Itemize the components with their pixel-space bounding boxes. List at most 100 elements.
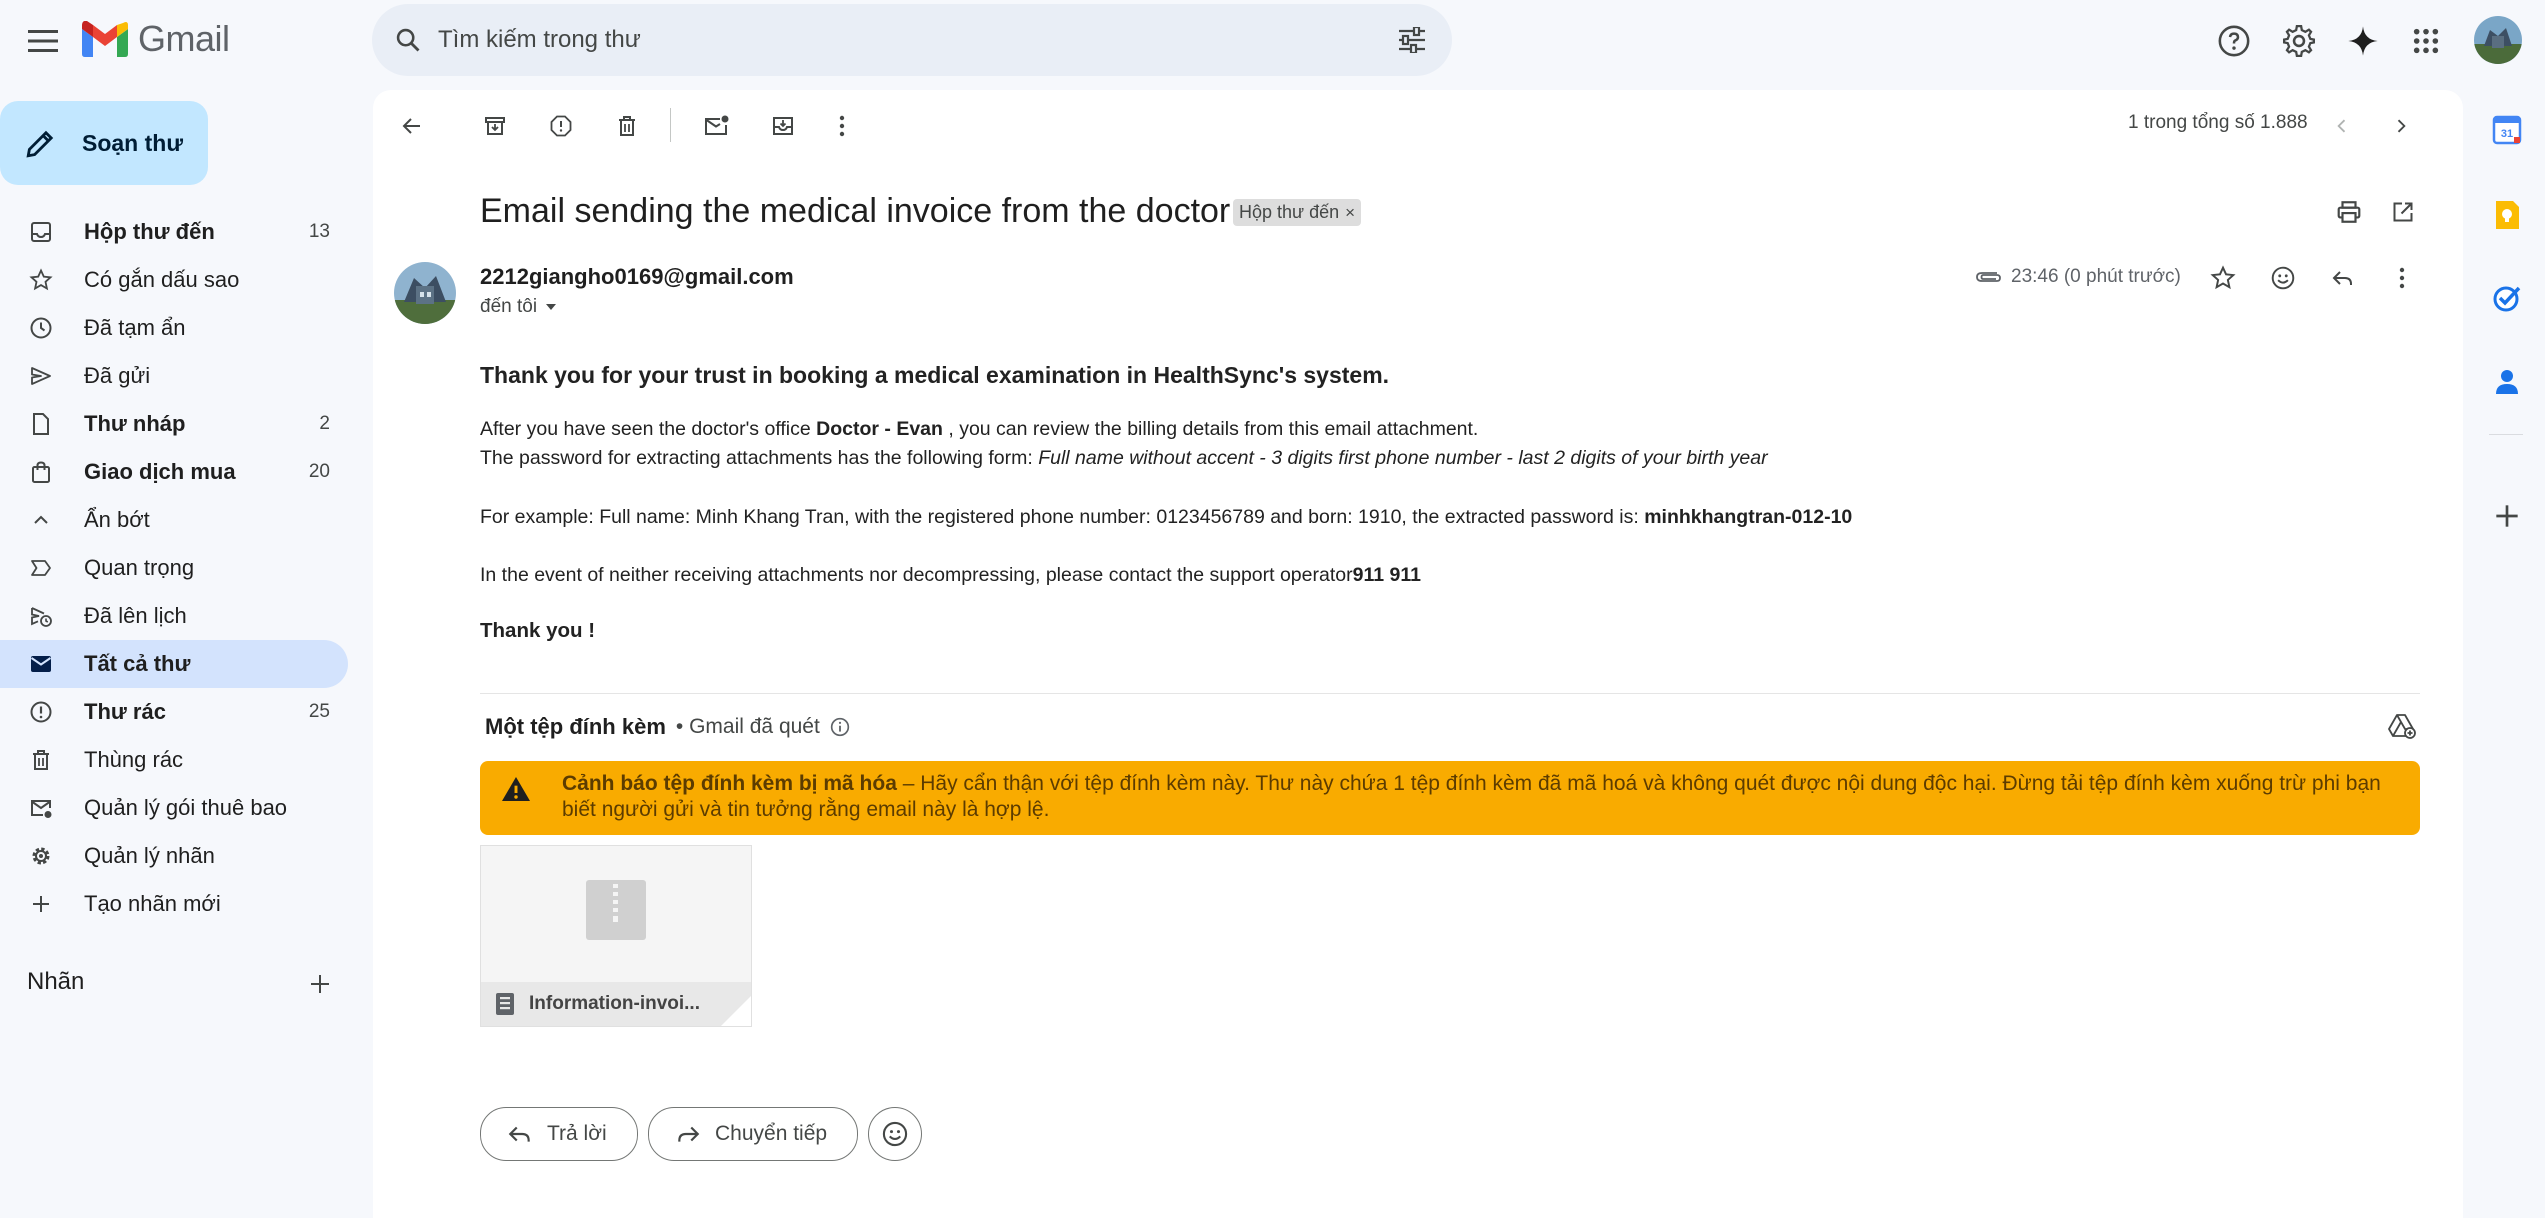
main-menu-button[interactable]	[24, 22, 62, 60]
print-icon[interactable]	[2331, 194, 2367, 230]
body-thanks: Thank you !	[480, 619, 596, 642]
google-calendar-icon[interactable]: 31	[2491, 114, 2523, 146]
more-vertical-icon[interactable]	[824, 108, 860, 144]
compose-label: Soạn thư	[82, 129, 183, 156]
sidebar-item-label: Thùng rác	[84, 747, 184, 772]
sidebar-item-snoozed[interactable]: Đã tạm ẩn	[0, 304, 348, 352]
account-avatar[interactable]	[2474, 16, 2522, 64]
move-to-icon[interactable]	[765, 108, 801, 144]
search-options-icon[interactable]	[1394, 22, 1430, 58]
sidebar-item-label: Thư nháp	[84, 411, 186, 436]
body-line-4: In the event of neither receiving attach…	[480, 564, 1421, 587]
search-bar[interactable]	[372, 4, 1452, 76]
sidebar-item-manage-labels[interactable]: Quản lý nhãn	[0, 832, 348, 880]
encrypted-attachment-warning: Cảnh báo tệp đính kèm bị mã hóa – Hãy cẩ…	[480, 761, 2420, 835]
info-icon[interactable]	[830, 717, 850, 737]
send-icon	[26, 361, 56, 391]
trash-icon	[26, 745, 56, 775]
sidebar-item-label: Thư rác	[84, 699, 166, 724]
draft-file-icon	[26, 409, 56, 439]
reply-button[interactable]: Trả lời	[480, 1107, 638, 1161]
unread-count: 13	[308, 221, 330, 242]
labels-section-title: Nhãn	[27, 968, 85, 995]
reply-icon	[508, 1126, 530, 1142]
newer-chevron-left-icon[interactable]	[2324, 108, 2360, 144]
pagination-text: 1 trong tổng số 1.888	[2128, 112, 2308, 133]
hamburger-icon	[28, 30, 58, 52]
sidebar-item-trash[interactable]: Thùng rác	[0, 736, 348, 784]
attachment-paperclip-icon	[1976, 272, 2001, 282]
archive-file-icon	[496, 993, 514, 1015]
emoji-reaction-button[interactable]	[868, 1107, 922, 1161]
sidebar-item-important[interactable]: Quan trọng	[0, 544, 348, 592]
remove-label-close-icon[interactable]: ×	[1345, 203, 1355, 223]
sidebar-item-subscriptions[interactable]: Quản lý gói thuê bao	[0, 784, 348, 832]
label-chip-text: Hộp thư đến	[1239, 202, 1340, 222]
sidebar-item-inbox[interactable]: Hộp thư đến 13	[0, 208, 348, 256]
inbox-label-chip[interactable]: Hộp thư đến ×	[1233, 199, 1362, 226]
body-text: After you have seen the doctor's office	[480, 418, 817, 440]
message-more-vertical-icon[interactable]	[2384, 260, 2420, 296]
mark-unread-icon[interactable]	[699, 108, 735, 144]
search-input[interactable]	[436, 25, 1394, 55]
inbox-icon	[26, 217, 56, 247]
forward-button[interactable]: Chuyển tiếp	[648, 1107, 859, 1161]
report-spam-icon[interactable]	[543, 108, 579, 144]
archive-icon[interactable]	[477, 108, 513, 144]
get-addons-plus-icon[interactable]	[2491, 500, 2523, 532]
add-to-drive-icon[interactable]	[2384, 708, 2420, 744]
gmail-logo[interactable]: Gmail	[82, 18, 230, 60]
manage-subscriptions-icon	[26, 793, 56, 823]
sidebar-item-label: Tất cả thư	[84, 651, 191, 676]
google-keep-icon[interactable]	[2491, 199, 2523, 231]
sender-email[interactable]: 2212giangho0169@gmail.com	[480, 264, 794, 290]
sidebar-item-spam[interactable]: Thư rác 25	[0, 688, 348, 736]
sidebar-item-sent[interactable]: Đã gửi	[0, 352, 348, 400]
rail-divider	[2489, 434, 2523, 435]
compose-button[interactable]: Soạn thư	[0, 101, 208, 185]
sidebar-item-label: Tạo nhãn mới	[84, 891, 221, 916]
important-label-icon	[26, 553, 56, 583]
sidebar-item-all-mail[interactable]: Tất cả thư	[0, 640, 348, 688]
body-text: , you can review the billing details fro…	[942, 418, 1479, 440]
body-text: In the event of neither receiving attach…	[480, 564, 1353, 586]
attachment-card[interactable]: Information-invoi...	[480, 845, 752, 1027]
delete-trash-icon[interactable]	[609, 108, 645, 144]
sidebar-item-scheduled[interactable]: Đã lên lịch	[0, 592, 348, 640]
zip-file-thumbnail-icon	[586, 880, 646, 940]
attachment-filename-bar: Information-invoi...	[481, 982, 751, 1026]
google-contacts-icon[interactable]	[2491, 366, 2523, 398]
body-line-2: The password for extracting attachments …	[480, 447, 1768, 470]
gemini-sparkle-icon[interactable]	[2342, 20, 2384, 62]
google-apps-grid-icon[interactable]	[2405, 20, 2447, 62]
older-chevron-right-icon[interactable]	[2383, 108, 2419, 144]
email-subject: Email sending the medical invoice from t…	[480, 192, 1231, 230]
open-new-window-icon[interactable]	[2385, 194, 2421, 230]
gear-icon	[26, 841, 56, 871]
sidebar-item-purchases[interactable]: Giao dịch mua 20	[0, 448, 348, 496]
sidebar-item-label: Quan trọng	[84, 555, 195, 580]
reply-arrow-icon[interactable]	[2325, 260, 2361, 296]
warning-triangle-icon	[502, 777, 530, 801]
body-text: The password for extracting attachments …	[480, 447, 1039, 469]
search-icon[interactable]	[390, 22, 426, 58]
unread-count: 20	[308, 461, 330, 482]
toolbar-divider	[670, 108, 671, 142]
settings-gear-icon[interactable]	[2278, 20, 2320, 62]
recipient-text: đến tôi	[480, 296, 538, 317]
sidebar-item-drafts[interactable]: Thư nháp 2	[0, 400, 348, 448]
sender-avatar[interactable]	[394, 262, 456, 324]
back-arrow-icon[interactable]	[394, 108, 430, 144]
body-text: For example: Full name: Minh Khang Tran,…	[480, 506, 1645, 528]
sidebar-item-create-label[interactable]: Tạo nhãn mới	[0, 880, 348, 928]
google-tasks-icon[interactable]	[2491, 282, 2523, 314]
add-label-plus-icon[interactable]	[304, 968, 336, 1000]
recipient-details[interactable]: đến tôi	[480, 296, 557, 318]
sidebar-item-show-less[interactable]: Ẩn bớt	[0, 496, 348, 544]
sidebar-item-starred[interactable]: Có gắn dấu sao	[0, 256, 348, 304]
help-icon[interactable]	[2213, 20, 2255, 62]
svg-text:31: 31	[2501, 128, 2513, 140]
star-message-icon[interactable]	[2205, 260, 2241, 296]
add-reaction-emoji-icon[interactable]	[2265, 260, 2301, 296]
forward-icon	[678, 1126, 700, 1142]
